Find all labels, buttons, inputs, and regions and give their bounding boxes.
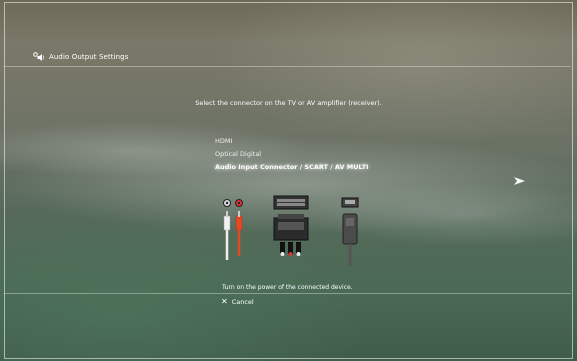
hint-text: Turn on the power of the connected devic… — [222, 284, 353, 291]
scart-connector-icon — [273, 195, 309, 256]
connector-illustrations — [223, 195, 359, 266]
av-multi-connector-icon — [341, 197, 359, 266]
option-optical-digital[interactable]: Optical Digital — [215, 148, 368, 161]
option-hdmi[interactable]: HDMI — [215, 135, 368, 148]
option-audio-input-scart-av-multi[interactable]: Audio Input Connector / SCART / AV MULTI — [215, 161, 368, 174]
page-title: Audio Output Settings — [49, 53, 129, 61]
cancel-button[interactable]: ✕ Cancel — [221, 297, 254, 307]
cross-button-icon: ✕ — [221, 297, 228, 306]
rca-audio-connector-icon — [223, 199, 243, 260]
instruction-text: Select the connector on the TV or AV amp… — [195, 99, 382, 107]
header: Audio Output Settings — [33, 52, 128, 62]
right-arrow-icon[interactable] — [514, 177, 525, 185]
speaker-settings-icon — [33, 52, 44, 61]
header-divider — [4, 66, 571, 67]
cancel-label: Cancel — [231, 298, 254, 306]
connector-option-list: HDMI Optical Digital Audio Input Connect… — [215, 135, 368, 174]
footer-divider — [4, 293, 571, 294]
